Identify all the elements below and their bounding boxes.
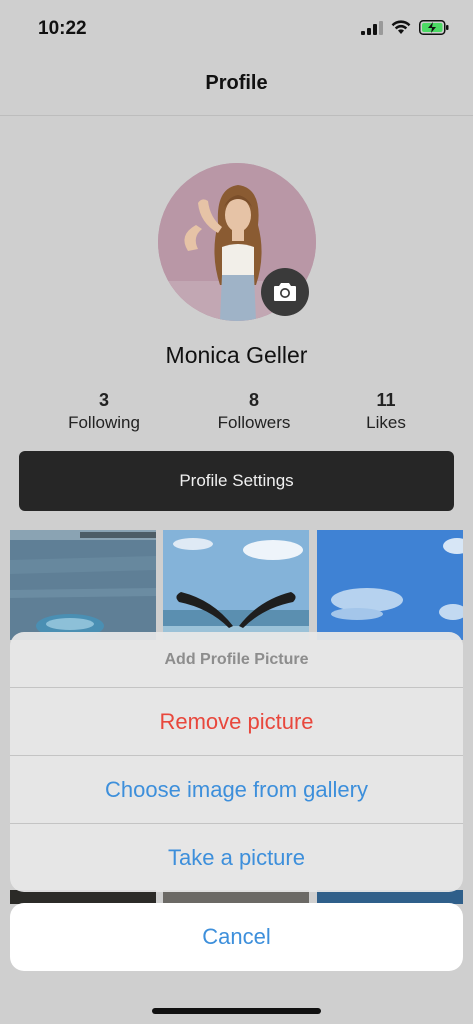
grid-photo[interactable]: [317, 890, 463, 904]
cancel-button[interactable]: Cancel: [10, 903, 463, 971]
home-indicator[interactable]: [152, 1008, 321, 1014]
add-profile-picture-sheet: Add Profile Picture Remove picture Choos…: [10, 632, 463, 892]
camera-icon: [274, 283, 296, 301]
nav-bar: Profile: [0, 60, 473, 116]
status-bar: 10:22: [0, 0, 473, 60]
stat-label: Followers: [217, 413, 291, 432]
stat-value: 8: [248, 390, 259, 410]
stat-followers[interactable]: 8 Followers: [194, 390, 314, 433]
grid-photo[interactable]: [10, 530, 156, 640]
change-photo-button[interactable]: [261, 268, 309, 316]
stat-value: 3: [98, 390, 109, 410]
photo-thumbnail: [163, 530, 309, 640]
stat-likes[interactable]: 11 Likes: [326, 390, 446, 433]
status-time: 10:22: [38, 18, 87, 39]
profile-settings-button[interactable]: Profile Settings: [19, 451, 454, 511]
stat-following[interactable]: 3 Following: [44, 390, 164, 433]
grid-photo[interactable]: [163, 890, 309, 904]
profile-name: Monica Geller: [165, 342, 308, 368]
remove-picture-button[interactable]: Remove picture: [10, 688, 463, 756]
grid-photo[interactable]: [163, 530, 309, 640]
cellular-signal-icon: [361, 20, 383, 35]
stat-label: Likes: [366, 413, 406, 432]
stat-label: Following: [68, 413, 140, 432]
grid-photo[interactable]: [317, 530, 463, 640]
wifi-icon: [391, 20, 411, 34]
status-icons: [361, 20, 449, 35]
grid-photo[interactable]: [10, 890, 156, 904]
page-title: Profile: [205, 72, 268, 94]
photo-thumbnail: [317, 530, 463, 640]
battery-charging-icon: [419, 20, 449, 35]
choose-from-gallery-button[interactable]: Choose image from gallery: [10, 756, 463, 824]
take-picture-button[interactable]: Take a picture: [10, 824, 463, 892]
photo-thumbnail: [10, 530, 156, 640]
stat-value: 11: [376, 390, 396, 410]
sheet-title: Add Profile Picture: [10, 632, 463, 688]
